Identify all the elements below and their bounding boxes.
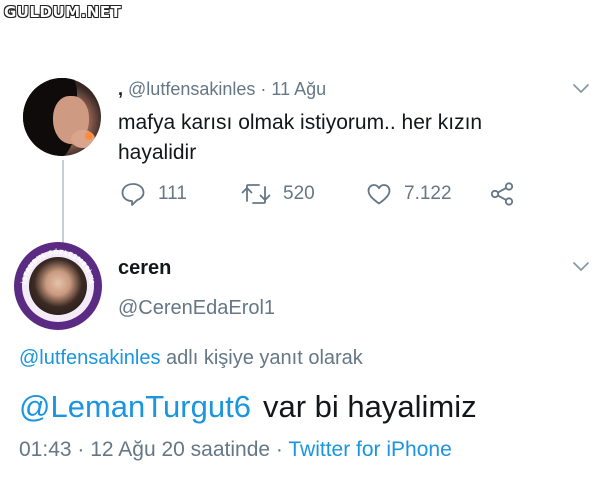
retweet-icon <box>241 184 271 204</box>
original-handle[interactable]: @lutfensakinles <box>128 79 255 99</box>
replying-to: @lutfensakinles adlı kişiye yanıt olarak <box>19 347 363 370</box>
original-tweet-header: , @lutfensakinles · 11 Ağu <box>118 79 326 100</box>
original-display-name[interactable]: , <box>118 79 123 99</box>
original-tweet-line-2: hayalidir <box>118 141 197 164</box>
reply-action[interactable]: 111 <box>120 181 187 207</box>
retweet-action[interactable]: 520 <box>241 181 315 207</box>
avatar-badge-text: İSTANBUL SÖZLEŞMESİ YAŞATIR <box>14 242 95 285</box>
meta-separator-2: · <box>270 438 289 461</box>
tweet-actions: 111 520 7.122 <box>0 181 609 211</box>
reply-count: 111 <box>158 183 187 204</box>
reply-display-name[interactable]: ceren <box>118 257 171 280</box>
share-action[interactable] <box>489 181 517 207</box>
retweet-count: 520 <box>283 183 315 204</box>
reply-handle[interactable]: @CerenEdaErol1 <box>118 297 275 320</box>
replying-to-handle[interactable]: @lutfensakinles <box>19 347 160 369</box>
thread-connector-line <box>62 160 64 245</box>
tweet-source[interactable]: Twitter for iPhone <box>288 438 451 461</box>
watermark-logo: GULDUM.NET <box>4 3 122 21</box>
original-tweet-text: mafya karısı olmak istiyorum.. her kızın… <box>118 108 538 168</box>
avatar-badge-ring: İSTANBUL SÖZLEŞMESİ YAŞATIR <box>14 242 95 285</box>
like-count: 7.122 <box>404 183 452 204</box>
speech-bubble-icon <box>121 183 145 206</box>
chevron-down-icon[interactable] <box>572 80 590 98</box>
svg-text:İSTANBUL SÖZLEŞMESİ YAŞATIR: İSTANBUL SÖZLEŞMESİ YAŞATIR <box>14 242 95 285</box>
tweet-meta: 01:43 · 12 Ağu 20 saatinde · Twitter for… <box>19 438 452 462</box>
reply-text-body: var bi hayalimiz <box>262 389 477 424</box>
original-date[interactable]: 11 Ağu <box>271 79 326 99</box>
avatar-cerenedaerol1[interactable]: İSTANBUL SÖZLEŞMESİ YAŞATIR <box>14 242 102 330</box>
header-separator: · <box>260 79 267 99</box>
share-icon <box>490 182 514 206</box>
chevron-down-icon[interactable] <box>572 258 590 276</box>
reply-tweet-text: @LemanTurgut6 var bi hayalimiz <box>19 389 477 425</box>
meta-separator-1: · <box>71 438 91 461</box>
replying-to-suffix: adlı kişiye yanıt olarak <box>160 347 363 369</box>
tweet-date[interactable]: 12 Ağu 20 saatinde <box>90 438 270 461</box>
avatar-lutfensakinles[interactable] <box>23 78 101 156</box>
original-tweet-line-1: mafya karısı olmak istiyorum.. her kızın <box>118 111 483 134</box>
heart-icon <box>367 184 391 205</box>
mention-link[interactable]: @LemanTurgut6 <box>19 389 251 424</box>
like-action[interactable]: 7.122 <box>366 181 452 207</box>
tweet-time[interactable]: 01:43 <box>19 438 72 461</box>
